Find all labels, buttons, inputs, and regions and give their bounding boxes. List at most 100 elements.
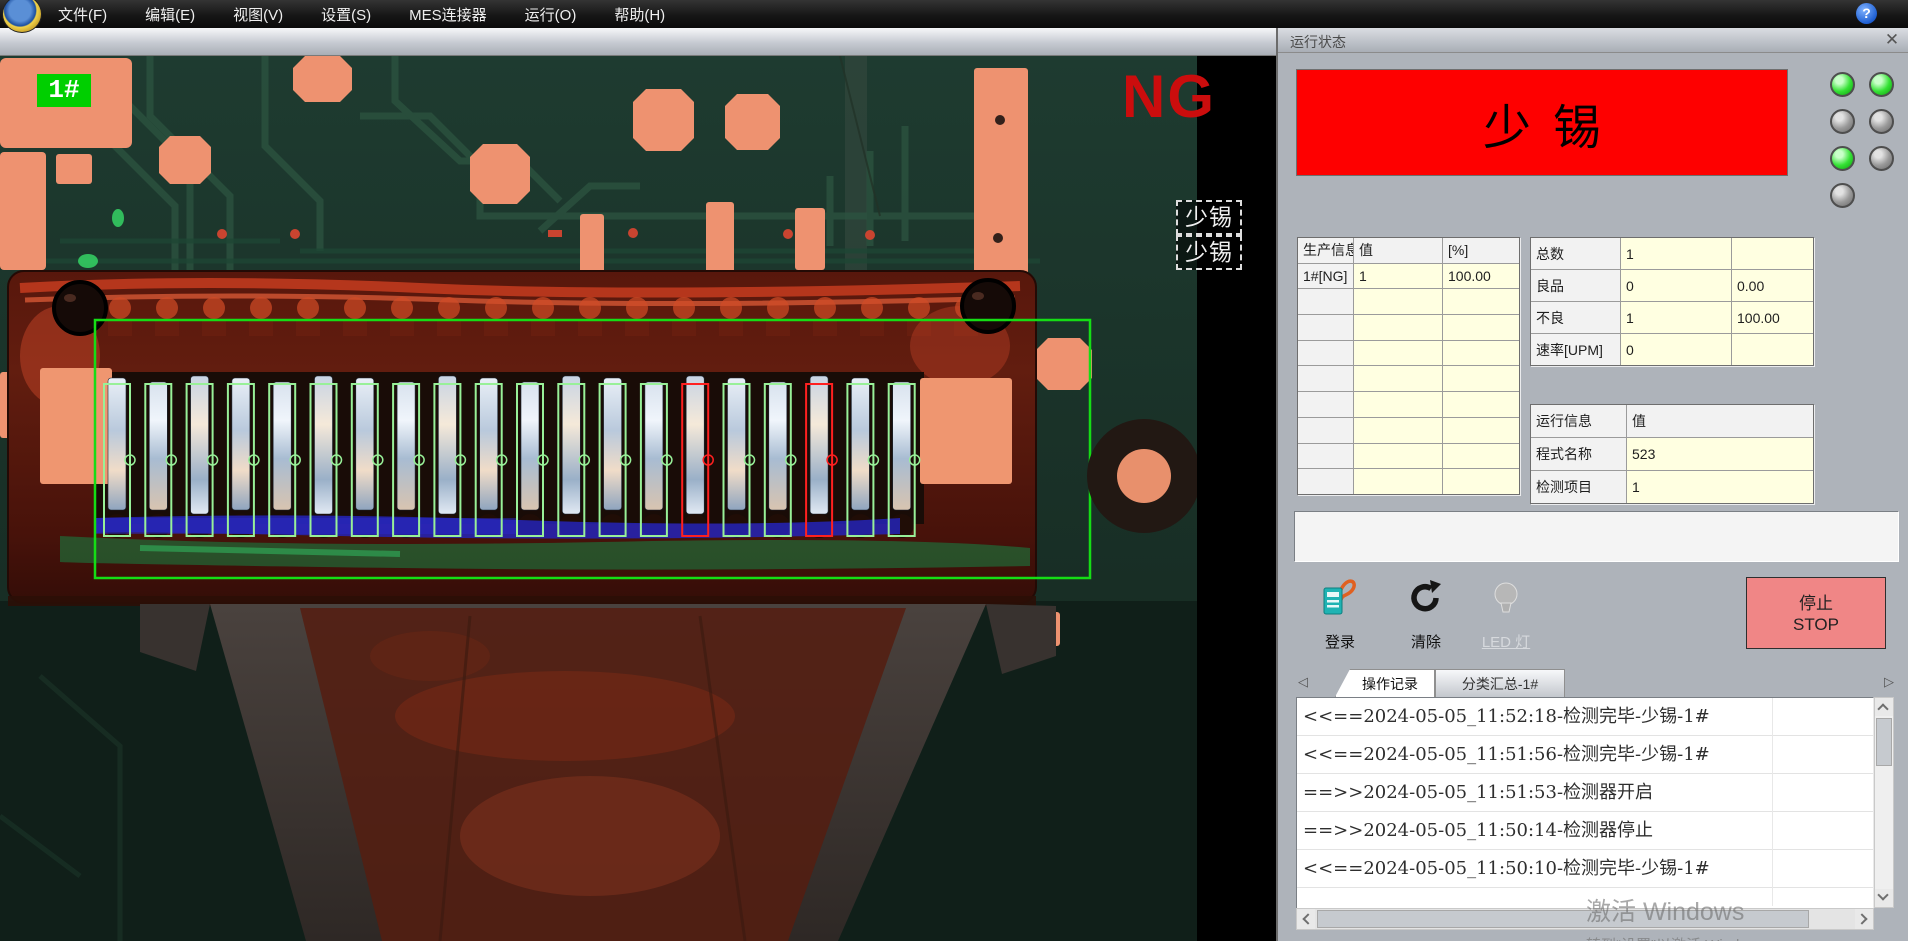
table-cell <box>1354 341 1442 366</box>
stop-label-cn: 停止 <box>1747 593 1885 614</box>
indicator-light-green <box>1830 146 1855 171</box>
table-header-cell: 值 <box>1354 238 1442 263</box>
menu-bar: 文件(F) 编辑(E) 视图(V) 设置(S) MES连接器 运行(O) 帮助(H) ? <box>0 0 1908 28</box>
table-cell <box>1443 392 1519 417</box>
help-icon[interactable]: ? <box>1856 3 1877 24</box>
vscroll-thumb[interactable] <box>1876 718 1892 766</box>
log-entry: ==>>2024-05-05_11:51:53-检测器开启 <box>1297 774 1873 812</box>
indicator-light-gray <box>1869 146 1894 171</box>
defect-tag: 少锡 <box>1176 235 1242 270</box>
table-cell: 1 <box>1627 471 1813 503</box>
table-cell: 100.00 <box>1732 302 1813 333</box>
inspection-result-text: NG <box>1122 62 1216 131</box>
pcb-inspection-image <box>0 56 1276 941</box>
led-bulb-icon <box>1484 574 1528 622</box>
table-cell <box>1443 418 1519 443</box>
indicator-light-green <box>1869 72 1894 97</box>
log-entry: ==>>2024-05-05_11:50:14-检测器停止 <box>1297 812 1873 850</box>
table-header-cell: [%] <box>1443 238 1519 263</box>
log-tabs-left-arrow-icon[interactable]: ◁ <box>1298 674 1308 690</box>
table-cell: 不良 <box>1531 302 1620 333</box>
table-cell: 1#[NG] <box>1298 264 1353 289</box>
table-cell: 良品 <box>1531 270 1620 301</box>
indicator-light-gray <box>1830 183 1855 208</box>
message-box <box>1294 511 1899 562</box>
table-cell <box>1354 418 1442 443</box>
table-cell <box>1298 469 1353 494</box>
menu-item[interactable]: 编辑(E) <box>141 4 199 25</box>
log-column-divider <box>1772 698 1773 906</box>
clear-button[interactable]: 清除 <box>1390 574 1462 650</box>
table-cell: 总数 <box>1531 238 1620 269</box>
camera-tab-bar <box>0 28 1276 56</box>
table-cell <box>1354 315 1442 340</box>
log-vertical-scrollbar[interactable] <box>1874 697 1894 908</box>
indicator-light-gray <box>1830 109 1855 134</box>
table-cell: 0.00 <box>1732 270 1813 301</box>
table-cell <box>1732 334 1813 365</box>
table-cell <box>1354 444 1442 469</box>
panel-header: 运行状态 ✕ <box>1278 28 1908 53</box>
login-button[interactable]: 登录 <box>1304 574 1376 650</box>
table-cell <box>1354 469 1442 494</box>
hscroll-thumb[interactable] <box>1317 910 1809 928</box>
table-cell: 速率[UPM] <box>1531 334 1620 365</box>
stop-button[interactable]: 停止 STOP <box>1746 577 1886 649</box>
table-cell <box>1298 366 1353 391</box>
table-cell: 523 <box>1627 438 1813 470</box>
station-label: 1# <box>37 74 91 107</box>
tab-summary[interactable]: 分类汇总-1# <box>1435 669 1565 697</box>
table-cell: 0 <box>1621 334 1731 365</box>
table-cell <box>1354 366 1442 391</box>
menu-item[interactable]: MES连接器 <box>405 4 491 25</box>
production-info-table: 生产信息值[%]1#[NG]1100.00 <box>1297 237 1520 495</box>
led-light-button[interactable]: LED 灯 <box>1470 574 1542 650</box>
menu-item[interactable]: 视图(V) <box>229 4 287 25</box>
scroll-left-icon[interactable] <box>1297 909 1315 929</box>
table-cell <box>1443 366 1519 391</box>
indicator-light-green <box>1830 72 1855 97</box>
scroll-down-icon[interactable] <box>1875 889 1893 907</box>
log-tabs-right-arrow-icon[interactable]: ▷ <box>1884 674 1894 690</box>
table-cell <box>1298 392 1353 417</box>
table-cell <box>1443 341 1519 366</box>
log-entry: <<==2024-05-05_11:51:56-检测完毕-少锡-1# <box>1297 736 1873 774</box>
run-info-table: 运行信息值程式名称523检测项目1 <box>1530 404 1814 504</box>
table-cell <box>1298 418 1353 443</box>
connector-hole-right <box>962 280 1014 332</box>
panel-title: 运行状态 <box>1290 32 1346 52</box>
scroll-up-icon[interactable] <box>1875 698 1893 716</box>
table-cell <box>1354 289 1442 314</box>
table-cell: 检测项目 <box>1531 471 1626 503</box>
table-cell: 1 <box>1621 238 1731 269</box>
log-horizontal-scrollbar[interactable] <box>1296 908 1874 930</box>
menu-item[interactable]: 帮助(H) <box>610 4 669 25</box>
indicator-light-gray <box>1869 109 1894 134</box>
table-cell <box>1298 289 1353 314</box>
scroll-right-icon[interactable] <box>1855 909 1873 929</box>
defect-banner: 少锡 <box>1296 69 1788 176</box>
log-entry: <<==2024-05-05_11:52:18-检测完毕-少锡-1# <box>1297 698 1873 736</box>
totals-table: 总数1良品00.00不良1100.00速率[UPM]0 <box>1530 237 1814 366</box>
log-entry: <<==2024-05-05_11:50:10-检测完毕-少锡-1# <box>1297 850 1873 888</box>
table-cell <box>1732 238 1813 269</box>
menu-item[interactable]: 运行(O) <box>521 4 581 25</box>
menu-item[interactable]: 文件(F) <box>54 4 111 25</box>
menu-items: 文件(F) 编辑(E) 视图(V) 设置(S) MES连接器 运行(O) 帮助(H) <box>54 0 669 28</box>
clear-label: 清除 <box>1390 631 1462 652</box>
badge-icon <box>1318 574 1362 622</box>
table-cell <box>1443 444 1519 469</box>
refresh-icon <box>1404 574 1448 622</box>
operation-log-list: <<==2024-05-05_11:52:18-检测完毕-少锡-1#<<==20… <box>1296 697 1874 930</box>
table-cell: 100.00 <box>1443 264 1519 289</box>
close-icon[interactable]: ✕ <box>1882 30 1902 50</box>
stop-label-en: STOP <box>1747 614 1885 635</box>
table-cell <box>1443 289 1519 314</box>
login-label: 登录 <box>1304 631 1376 652</box>
tab-operation-log[interactable]: 操作记录 <box>1335 669 1435 697</box>
app-window: 文件(F)编辑(E)视图(V)设置(S)MES连接器运行(O)帮助(H) ? 相… <box>0 0 1908 941</box>
table-cell <box>1298 444 1353 469</box>
table-cell <box>1443 469 1519 494</box>
table-header-cell: 值 <box>1627 405 1813 437</box>
menu-item[interactable]: 设置(S) <box>317 4 375 25</box>
